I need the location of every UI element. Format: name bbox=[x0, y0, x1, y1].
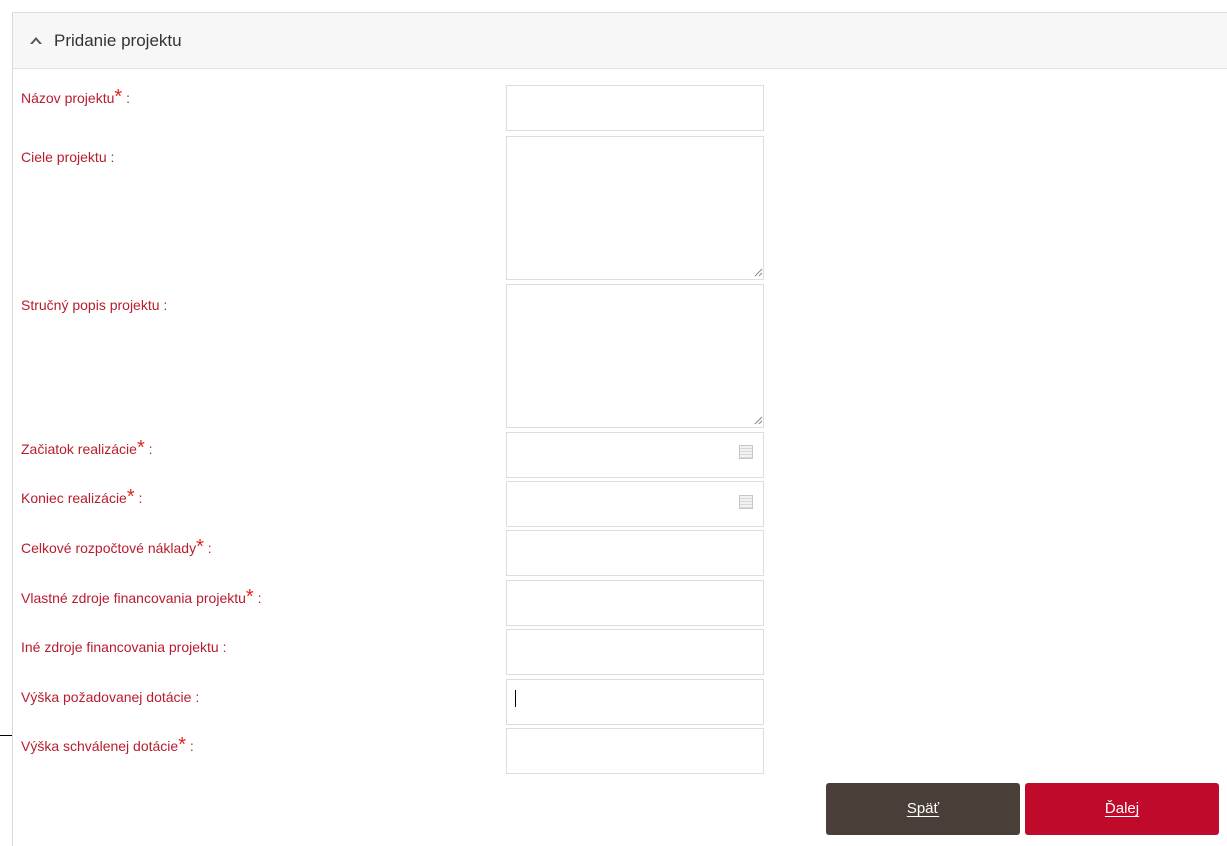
strucny-popis-label: Stručný popis projektu : bbox=[21, 297, 168, 313]
celkove-naklady-input[interactable] bbox=[506, 530, 764, 576]
schvalena-dotacia-input[interactable] bbox=[506, 728, 764, 774]
required-mark: * bbox=[196, 536, 204, 558]
calendar-icon[interactable] bbox=[739, 445, 753, 459]
page-edge-mark bbox=[0, 735, 12, 736]
schvalena-dotacia-label: Výška schválenej dotácie* : bbox=[21, 734, 194, 756]
resize-grip-icon[interactable] bbox=[753, 267, 763, 277]
zaciatok-realizacie-input[interactable] bbox=[506, 432, 764, 478]
ciele-projektu-label: Ciele projektu : bbox=[21, 149, 115, 165]
vlastne-zdroje-label: Vlastné zdroje financovania projektu* : bbox=[21, 586, 262, 608]
nazov-projektu-label: Názov projektu* : bbox=[21, 86, 130, 108]
vlastne-zdroje-input[interactable] bbox=[506, 580, 764, 626]
panel-header[interactable]: Pridanie projektu bbox=[13, 13, 1227, 69]
pozadovana-dotacia-input[interactable] bbox=[506, 679, 764, 725]
nazov-projektu-input[interactable] bbox=[506, 85, 764, 131]
zaciatok-realizacie-label: Začiatok realizácie* : bbox=[21, 437, 153, 459]
required-mark: * bbox=[126, 486, 135, 508]
required-mark: * bbox=[136, 437, 145, 459]
calendar-icon[interactable] bbox=[739, 495, 753, 509]
koniec-realizacie-label: Koniec realizácie* : bbox=[21, 486, 143, 508]
strucny-popis-textarea[interactable] bbox=[506, 284, 764, 428]
ine-zdroje-input[interactable] bbox=[506, 629, 764, 675]
resize-grip-icon[interactable] bbox=[753, 415, 763, 425]
required-mark: * bbox=[245, 586, 254, 608]
pozadovana-dotacia-label: Výška požadovanej dotácie : bbox=[21, 689, 200, 705]
celkove-naklady-label: Celkové rozpočtové náklady* : bbox=[21, 536, 212, 558]
back-button[interactable]: Späť bbox=[826, 783, 1020, 835]
ciele-projektu-textarea[interactable] bbox=[506, 136, 764, 280]
chevron-up-icon[interactable] bbox=[30, 35, 42, 45]
panel-title: Pridanie projektu bbox=[54, 31, 182, 50]
koniec-realizacie-input[interactable] bbox=[506, 481, 764, 527]
next-button[interactable]: Ďalej bbox=[1025, 783, 1219, 835]
ine-zdroje-label: Iné zdroje financovania projektu : bbox=[21, 639, 227, 655]
required-mark: * bbox=[178, 734, 186, 756]
text-cursor bbox=[515, 690, 516, 707]
